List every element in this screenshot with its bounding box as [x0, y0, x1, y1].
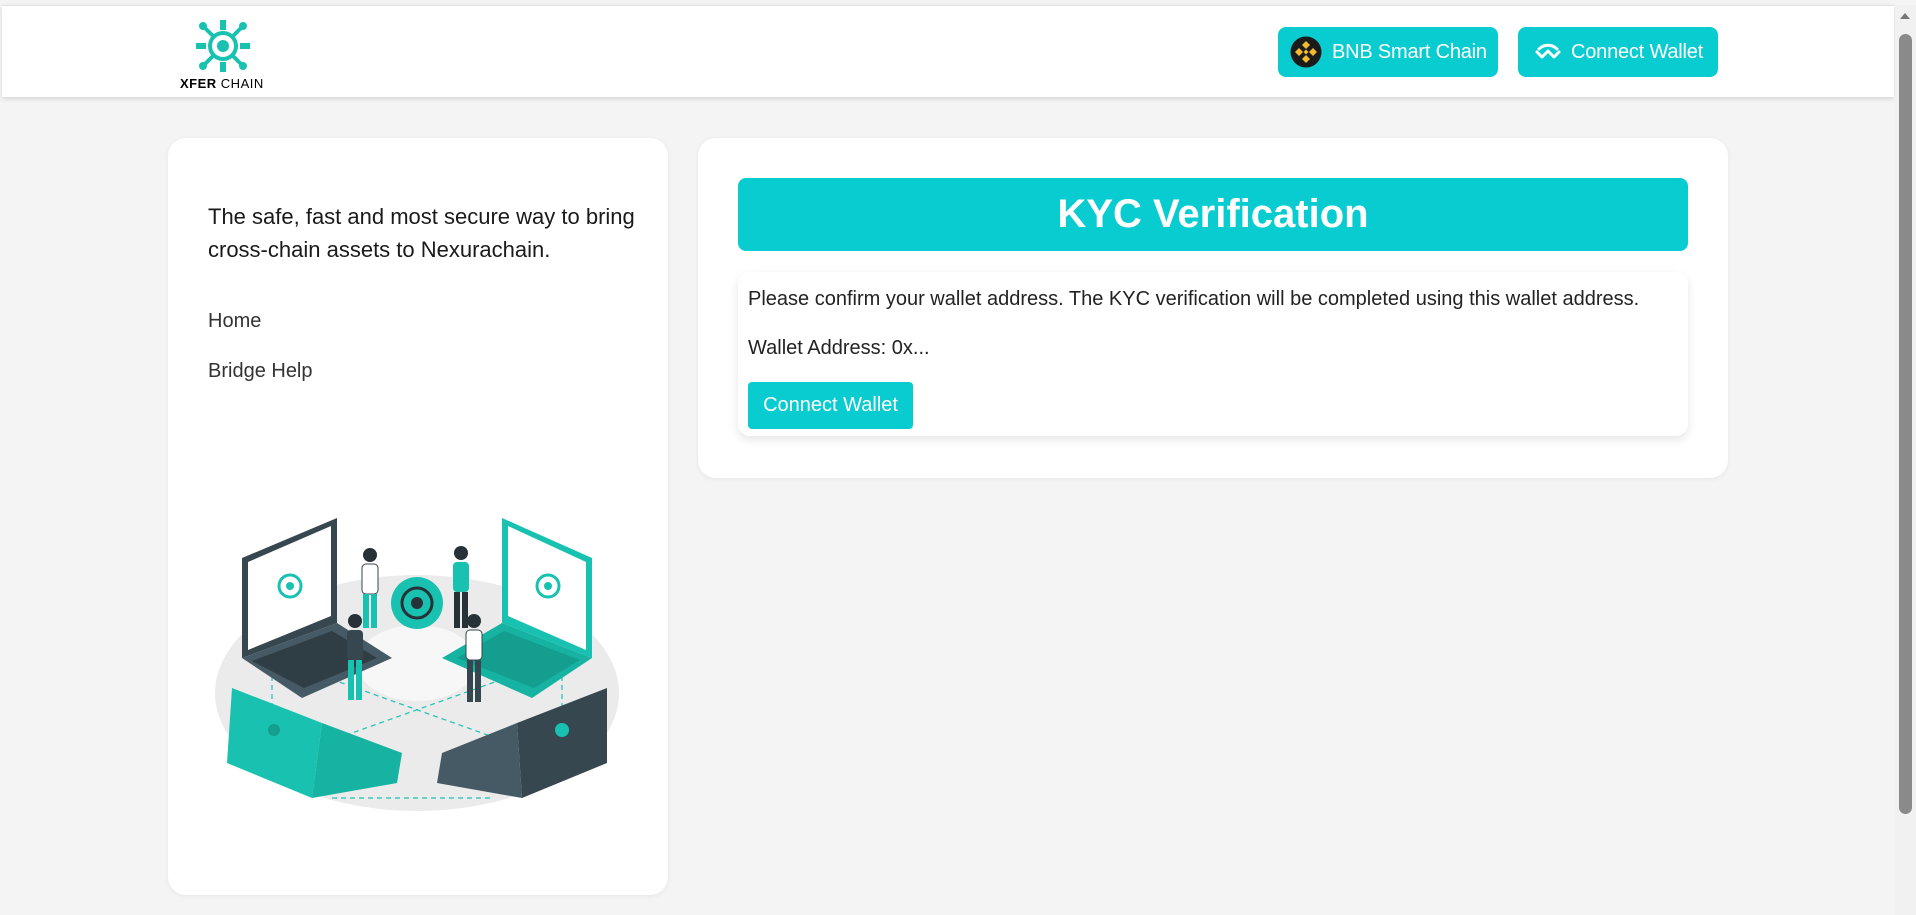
nav-link-home[interactable]: Home — [208, 310, 261, 333]
walletconnect-icon — [1535, 43, 1561, 59]
wallet-address-label: Wallet Address: — [748, 337, 887, 359]
sidebar-panel: The safe, fast and most secure way to br… — [168, 138, 668, 895]
kyc-connect-wallet-label: Connect Wallet — [763, 394, 898, 416]
nav-link-bridge-help[interactable]: Bridge Help — [208, 360, 313, 383]
xfer-chain-logo[interactable]: XFER CHAIN — [178, 18, 268, 94]
bnb-icon — [1290, 36, 1322, 68]
header-connect-wallet-label: Connect Wallet — [1571, 40, 1704, 63]
kyc-instructions: Please confirm your wallet address. The … — [748, 288, 1640, 310]
kyc-title-banner: KYC Verification — [738, 178, 1688, 251]
scrollbar-thumb[interactable] — [1899, 34, 1912, 814]
scroll-up-arrow-icon[interactable] — [1900, 13, 1910, 19]
wallet-address-value: 0x... — [891, 337, 930, 359]
network-select-label: BNB Smart Chain — [1332, 40, 1487, 63]
xfer-chain-logo-icon — [196, 20, 250, 72]
header-connect-wallet-button[interactable]: Connect Wallet — [1518, 27, 1718, 77]
logo-wordmark: XFER CHAIN — [180, 76, 264, 91]
network-select-button[interactable]: BNB Smart Chain — [1278, 27, 1498, 77]
kyc-card: Please confirm your wallet address. The … — [738, 272, 1688, 436]
kyc-panel: KYC Verification Please confirm your wal… — [698, 138, 1728, 478]
wallet-address-row: Wallet Address: 0x... — [748, 337, 930, 360]
top-header: XFER CHAIN BNB Smart Chain Connect Walle… — [2, 5, 1894, 97]
kyc-title: KYC Verification — [1057, 192, 1369, 236]
page-scrollbar[interactable] — [1895, 5, 1916, 915]
sidebar-tagline: The safe, fast and most secure way to br… — [208, 204, 635, 262]
kyc-connect-wallet-button[interactable]: Connect Wallet — [748, 382, 913, 429]
people-connecting-laptops-illustration — [215, 518, 619, 811]
